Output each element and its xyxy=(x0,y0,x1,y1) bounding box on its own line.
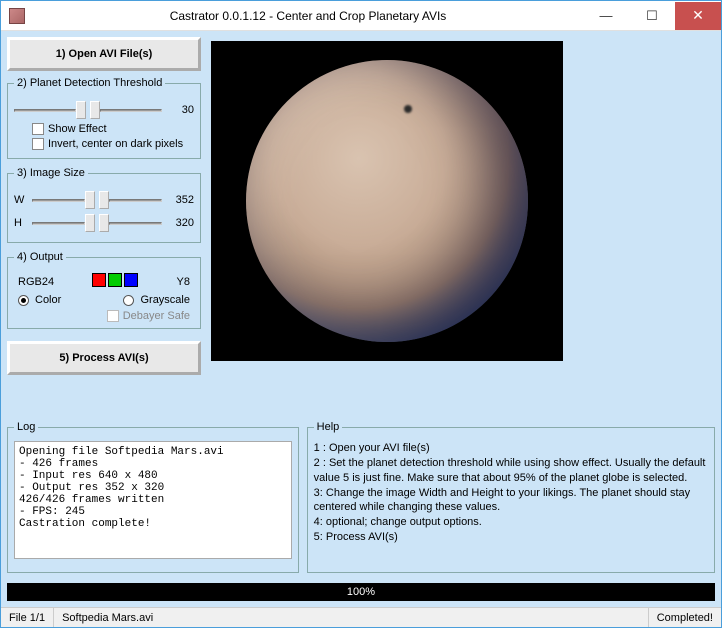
window-controls: — ☐ ✕ xyxy=(583,2,721,30)
help-line-5: 5: Process AVI(s) xyxy=(314,530,708,545)
help-line-2: 2 : Set the planet detection threshold w… xyxy=(314,456,708,486)
width-value: 352 xyxy=(166,194,194,206)
progress-bar: 100% xyxy=(7,583,715,601)
debayer-label: Debayer Safe xyxy=(123,310,190,322)
planet-image xyxy=(246,60,528,342)
y8-label: Y8 xyxy=(177,276,190,288)
threshold-legend: 2) Planet Detection Threshold xyxy=(14,77,165,89)
help-legend: Help xyxy=(314,421,343,433)
color-radio-label: Color xyxy=(35,294,117,306)
threshold-value: 30 xyxy=(166,104,194,116)
log-legend: Log xyxy=(14,421,38,433)
status-state: Completed! xyxy=(649,608,721,627)
output-legend: 4) Output xyxy=(14,251,66,263)
planet-feature-spot xyxy=(404,105,412,113)
log-text: Opening file Softpedia Mars.avi - 426 fr… xyxy=(14,441,292,559)
process-avi-button[interactable]: 5) Process AVI(s) xyxy=(7,341,201,375)
height-slider-coarse[interactable] xyxy=(32,213,95,233)
image-size-group: 3) Image Size W 352 H 320 xyxy=(7,167,201,243)
rgb24-label: RGB24 xyxy=(18,276,54,288)
titlebar: Castrator 0.0.1.12 - Center and Crop Pla… xyxy=(1,1,721,31)
output-group: 4) Output RGB24 Y8 Color Grayscale De xyxy=(7,251,201,329)
debayer-checkbox xyxy=(107,310,119,322)
threshold-slider-coarse[interactable] xyxy=(14,100,86,120)
grayscale-radio[interactable] xyxy=(123,295,134,306)
invert-checkbox[interactable] xyxy=(32,138,44,150)
show-effect-checkbox[interactable] xyxy=(32,123,44,135)
swatch-blue-icon xyxy=(124,273,138,287)
height-label: H xyxy=(14,217,28,229)
process-avi-label: 5) Process AVI(s) xyxy=(59,352,148,364)
controls-column: 1) Open AVI File(s) 2) Planet Detection … xyxy=(7,37,201,415)
width-slider-coarse[interactable] xyxy=(32,190,95,210)
swatch-green-icon xyxy=(108,273,122,287)
close-button[interactable]: ✕ xyxy=(675,2,721,30)
preview-viewport xyxy=(211,41,563,361)
minimize-button[interactable]: — xyxy=(583,2,629,30)
status-file-count: File 1/1 xyxy=(1,608,54,627)
swatch-red-icon xyxy=(92,273,106,287)
help-group: Help 1 : Open your AVI file(s) 2 : Set t… xyxy=(307,421,715,573)
color-radio[interactable] xyxy=(18,295,29,306)
client-area: 1) Open AVI File(s) 2) Planet Detection … xyxy=(1,31,721,607)
threshold-slider-fine[interactable] xyxy=(90,100,162,120)
log-group: Log Opening file Softpedia Mars.avi - 42… xyxy=(7,421,299,573)
invert-label: Invert, center on dark pixels xyxy=(48,138,183,150)
help-line-3: 3: Change the image Width and Height to … xyxy=(314,486,708,516)
show-effect-label: Show Effect xyxy=(48,123,107,135)
image-size-legend: 3) Image Size xyxy=(14,167,88,179)
open-avi-label: 1) Open AVI File(s) xyxy=(56,48,153,60)
help-line-1: 1 : Open your AVI file(s) xyxy=(314,441,708,456)
status-filename: Softpedia Mars.avi xyxy=(54,608,649,627)
maximize-button[interactable]: ☐ xyxy=(629,2,675,30)
help-text: 1 : Open your AVI file(s) 2 : Set the pl… xyxy=(314,441,708,545)
open-avi-button[interactable]: 1) Open AVI File(s) xyxy=(7,37,201,71)
help-line-4: 4: optional; change output options. xyxy=(314,515,708,530)
progress-text: 100% xyxy=(347,586,375,598)
height-slider-fine[interactable] xyxy=(99,213,162,233)
width-slider-fine[interactable] xyxy=(99,190,162,210)
threshold-group: 2) Planet Detection Threshold 30 Show Ef… xyxy=(7,77,201,159)
status-bar: File 1/1 Softpedia Mars.avi Completed! xyxy=(1,607,721,627)
app-icon xyxy=(9,8,25,24)
height-value: 320 xyxy=(166,217,194,229)
preview-column xyxy=(201,37,715,415)
grayscale-radio-label: Grayscale xyxy=(140,294,190,306)
width-label: W xyxy=(14,194,28,206)
window-title: Castrator 0.0.1.12 - Center and Crop Pla… xyxy=(33,9,583,23)
color-swatches xyxy=(91,273,139,290)
